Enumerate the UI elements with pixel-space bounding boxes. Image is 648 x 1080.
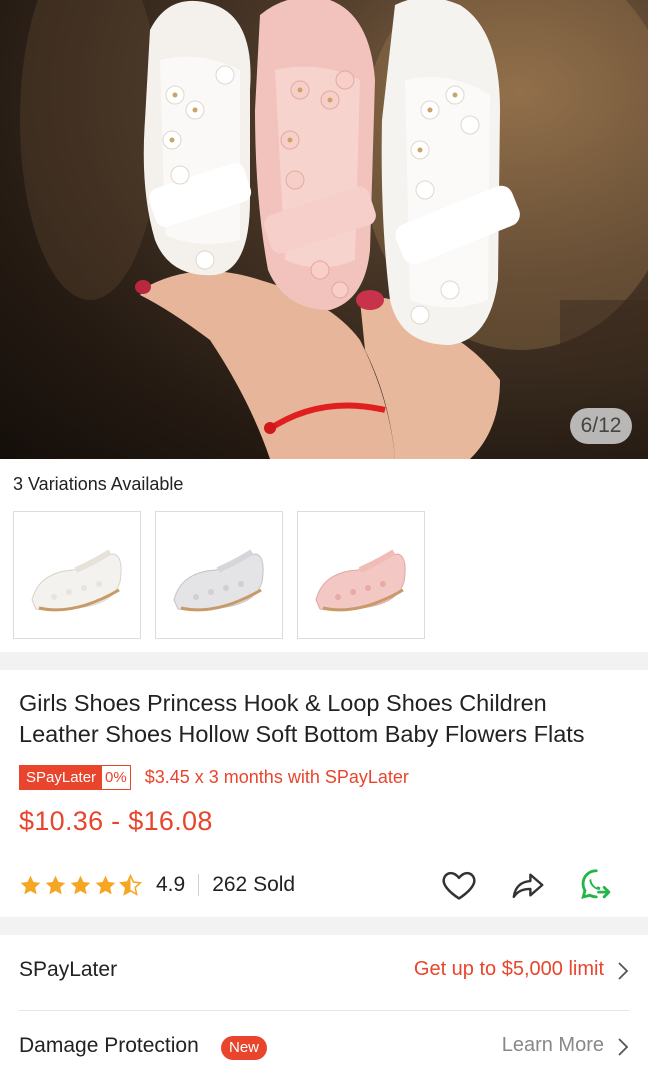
spaylater-installment-row[interactable]: SPayLater 0% $3.45 x 3 months with SPayL… — [19, 764, 409, 790]
spaylater-badge-label: SPayLater — [20, 765, 103, 789]
product-image-carousel[interactable]: 6/12 — [0, 0, 648, 459]
variation-thumb-white[interactable] — [13, 511, 141, 639]
share-button[interactable] — [509, 866, 547, 904]
damage-protection-row[interactable]: Damage Protection Learn More — [0, 1012, 648, 1080]
image-counter: 6/12 — [570, 408, 632, 444]
new-badge: New — [221, 1036, 268, 1060]
sold-count: 262 Sold — [212, 873, 296, 896]
shoe-silver-image — [173, 549, 264, 612]
section-divider — [0, 917, 648, 935]
chevron-right-icon — [618, 1038, 629, 1056]
installment-text: $3.45 x 3 months with SPayLater — [144, 766, 409, 787]
damage-protection-label: Damage Protection — [19, 1034, 199, 1057]
star-rating — [19, 873, 142, 897]
variation-thumb-pink[interactable] — [297, 511, 425, 639]
whatsapp-share-button[interactable] — [578, 866, 616, 904]
spaylater-row[interactable]: SPayLater Get up to $5,000 limit — [0, 936, 648, 1010]
star-full-icon — [45, 875, 66, 894]
star-full-icon — [95, 875, 116, 894]
variation-thumb-silver[interactable] — [155, 511, 283, 639]
like-button[interactable] — [440, 866, 478, 904]
row-divider — [19, 1010, 629, 1011]
product-title: Girls Shoes Princess Hook & Loop Shoes C… — [19, 690, 585, 747]
spaylater-badge-rate: 0% — [102, 765, 130, 789]
price-range: $10.36 - $16.08 — [19, 806, 213, 836]
chevron-right-icon — [618, 962, 629, 980]
shoe-white-image — [31, 549, 122, 612]
learn-more-link[interactable]: Learn More — [502, 1034, 604, 1057]
product-photo — [20, 0, 648, 459]
variation-thumbnails — [13, 511, 425, 639]
star-half-icon — [119, 873, 142, 896]
spaylater-limit-text: Get up to $5,000 limit — [413, 958, 604, 980]
rating-separator — [198, 874, 200, 896]
star-full-icon — [70, 875, 91, 894]
spaylater-badge: SPayLater 0% — [19, 764, 131, 790]
shoe-pink-image — [315, 549, 406, 612]
star-full-icon — [20, 875, 41, 894]
section-divider — [0, 652, 648, 670]
heart-icon — [442, 871, 476, 900]
variations-title: 3 Variations Available — [13, 474, 184, 494]
spaylater-row-label: SPayLater — [19, 958, 118, 981]
rating-row[interactable]: 4.9 262 Sold — [19, 868, 295, 902]
rating-value: 4.9 — [156, 873, 186, 896]
whatsapp-icon — [581, 869, 611, 900]
share-arrow-icon — [512, 873, 544, 899]
